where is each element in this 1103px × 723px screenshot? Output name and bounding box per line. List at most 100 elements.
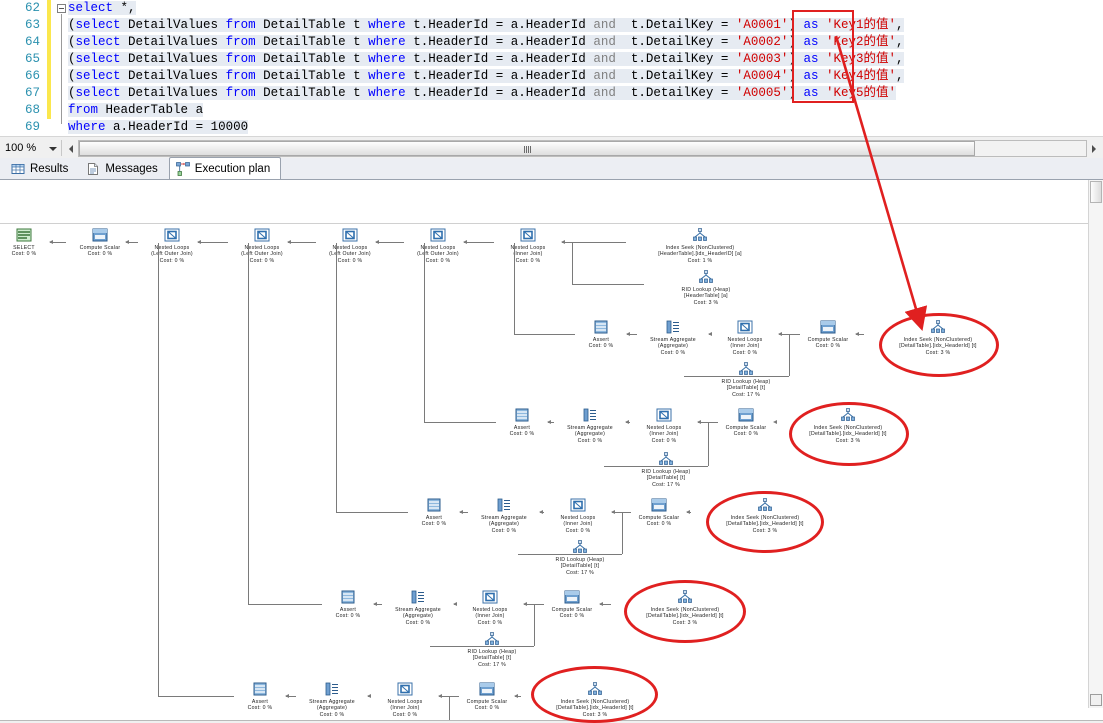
scroll-left-arrow-icon[interactable] bbox=[64, 140, 78, 157]
plan-canvas[interactable]: SELECT Cost: 0 % Compute Scalar Cost: 0 %… bbox=[0, 224, 1088, 723]
plan-node-label: RID Lookup (Heap) [HeaderTable] [a] Cost… bbox=[681, 287, 731, 306]
editor-line[interactable]: 66 (select DetailValues from DetailTable … bbox=[0, 68, 1103, 85]
divider bbox=[61, 140, 62, 156]
scroll-right-arrow-icon[interactable] bbox=[1087, 140, 1101, 157]
plan-node-label: Index Seek (NonClustered) [DetailTable].… bbox=[899, 337, 977, 356]
collapse-region-icon[interactable] bbox=[57, 4, 66, 13]
plan-node-rid2[interactable]: RID Lookup (Heap) [DetailTable] [t] Cost… bbox=[581, 452, 751, 488]
tab-results[interactable]: Results bbox=[4, 158, 79, 179]
line-number: 64 bbox=[24, 35, 40, 49]
plan-node-seek5[interactable]: Index Seek (NonClustered) [DetailTable].… bbox=[510, 682, 680, 718]
index-seek-icon bbox=[757, 498, 773, 514]
plan-connector bbox=[158, 243, 159, 696]
plan-node-nl5[interactable]: Nested Loops (Inner Join) Cost: 0 % bbox=[468, 228, 588, 264]
editor-line[interactable]: 65 (select DetailValues from DetailTable … bbox=[0, 51, 1103, 68]
line-number: 67 bbox=[24, 86, 40, 100]
nested-loops-icon bbox=[430, 228, 446, 244]
execution-plan-pane[interactable]: Query 1: Query cost (relative to the bat… bbox=[0, 180, 1103, 723]
compute-scalar-icon bbox=[564, 590, 580, 606]
plan-node-label: RID Lookup (Heap) [DetailTable] [t] Cost… bbox=[641, 469, 691, 488]
plan-connector bbox=[158, 696, 234, 697]
plan-node-label: Index Seek (NonClustered) [DetailTable].… bbox=[556, 699, 634, 718]
connector-arrow-icon bbox=[438, 694, 442, 698]
plan-connector bbox=[572, 242, 573, 284]
plan-connector bbox=[514, 243, 515, 334]
editor-line[interactable]: 63 (select DetailValues from DetailTable … bbox=[0, 17, 1103, 34]
tab-label: Results bbox=[30, 163, 69, 175]
plan-node-seek3[interactable]: Index Seek (NonClustered) [DetailTable].… bbox=[680, 498, 850, 534]
index-seek-icon bbox=[587, 682, 603, 698]
plan-node-seek1[interactable]: Index Seek (NonClustered) [DetailTable].… bbox=[853, 320, 1023, 356]
scroll-down-arrow-icon[interactable] bbox=[1090, 694, 1102, 706]
index-seek-icon bbox=[840, 408, 856, 424]
select-icon bbox=[16, 228, 32, 244]
plan-node-rid3[interactable]: RID Lookup (Heap) [DetailTable] [t] Cost… bbox=[495, 540, 665, 576]
editor-line[interactable]: 69 where a.HeaderId = 10000 bbox=[0, 119, 1103, 136]
line-number: 62 bbox=[24, 1, 40, 15]
editor-line-list: 62 select *, 63 (select DetailValues from D… bbox=[0, 0, 1103, 136]
grid-icon bbox=[11, 162, 25, 176]
scrollbar-thumb[interactable] bbox=[79, 140, 976, 156]
connector-arrow-icon bbox=[514, 694, 518, 698]
zoom-level-value[interactable]: 100 % bbox=[0, 142, 45, 154]
editor-line[interactable]: 67 (select DetailValues from DetailTable … bbox=[0, 85, 1103, 102]
editor-line[interactable]: 64 (select DetailValues from DetailTable … bbox=[0, 34, 1103, 51]
connector-arrow-icon bbox=[287, 240, 291, 244]
stream-aggregate-icon bbox=[496, 498, 512, 514]
connector-arrow-icon bbox=[697, 420, 701, 424]
tab-messages[interactable]: Messages bbox=[79, 158, 168, 179]
nested-loops-icon bbox=[164, 228, 180, 244]
plan-node-rid4[interactable]: RID Lookup (Heap) [DetailTable] [t] Cost… bbox=[407, 632, 577, 668]
plan-node-rid1[interactable]: RID Lookup (Heap) [DetailTable] [t] Cost… bbox=[661, 362, 831, 398]
nested-loops-icon bbox=[254, 228, 270, 244]
editor-line[interactable]: 62 select *, bbox=[0, 0, 1103, 17]
plan-connector bbox=[449, 696, 450, 723]
sql-editor-pane[interactable]: 62 select *, 63 (select DetailValues from D… bbox=[0, 0, 1103, 136]
editor-line-text: (select DetailValues from DetailTable t … bbox=[68, 69, 904, 83]
plan-connector bbox=[464, 242, 494, 243]
plan-connector bbox=[622, 512, 623, 554]
assert-icon bbox=[514, 408, 530, 424]
nested-loops-icon bbox=[570, 498, 586, 514]
tab-execution-plan[interactable]: Execution plan bbox=[168, 157, 282, 179]
editor-horizontal-scrollbar[interactable] bbox=[64, 139, 1101, 157]
plan-vertical-scrollbar[interactable] bbox=[1088, 180, 1103, 708]
plan-node-label: RID Lookup (Heap) [DetailTable] [t] Cost… bbox=[467, 649, 517, 668]
connector-arrow-icon bbox=[708, 332, 712, 336]
editor-outlining-column[interactable] bbox=[55, 0, 71, 136]
plan-node-seek4[interactable]: Index Seek (NonClustered) [DetailTable].… bbox=[600, 590, 770, 626]
assert-icon bbox=[252, 682, 268, 698]
connector-arrow-icon bbox=[49, 240, 53, 244]
connector-arrow-icon bbox=[453, 602, 457, 606]
nested-loops-icon bbox=[397, 682, 413, 698]
zoom-dropdown-icon[interactable] bbox=[45, 139, 59, 157]
editor-line[interactable]: 68 from HeaderTable a bbox=[0, 102, 1103, 119]
connector-arrow-icon bbox=[125, 240, 129, 244]
scrollbar-track[interactable] bbox=[78, 139, 1087, 157]
connector-arrow-icon bbox=[686, 510, 690, 514]
plan-node-seek2[interactable]: Index Seek (NonClustered) [DetailTable].… bbox=[763, 408, 933, 444]
connector-arrow-icon bbox=[625, 420, 629, 424]
plan-node-rid_hdr[interactable]: RID Lookup (Heap) [HeaderTable] [a] Cost… bbox=[621, 270, 791, 306]
editor-line-text: (select DetailValues from DetailTable t … bbox=[68, 52, 904, 66]
stream-aggregate-icon bbox=[582, 408, 598, 424]
plan-connector bbox=[684, 376, 789, 377]
plan-node-label: Index Seek (NonClustered) [HeaderTable].… bbox=[658, 245, 742, 264]
plan-connector bbox=[430, 646, 534, 647]
compute-scalar-icon bbox=[92, 228, 108, 244]
scrollbar-thumb[interactable] bbox=[1090, 181, 1102, 203]
plan-connector bbox=[424, 422, 496, 423]
editor-line-text: from HeaderTable a bbox=[68, 103, 204, 117]
compute-scalar-icon bbox=[738, 408, 754, 424]
connector-arrow-icon bbox=[561, 240, 565, 244]
nested-loops-icon bbox=[342, 228, 358, 244]
plan-node-seek_hdr[interactable]: Index Seek (NonClustered) [HeaderTable].… bbox=[615, 228, 785, 264]
connector-arrow-icon bbox=[539, 510, 543, 514]
plan-connector bbox=[604, 466, 708, 467]
plan-connector bbox=[424, 243, 425, 422]
connector-arrow-icon bbox=[855, 332, 859, 336]
connector-arrow-icon bbox=[611, 510, 615, 514]
plan-node-label: Index Seek (NonClustered) [DetailTable].… bbox=[809, 425, 887, 444]
plan-connector bbox=[288, 242, 316, 243]
plan-node-label: Index Seek (NonClustered) [DetailTable].… bbox=[646, 607, 724, 626]
